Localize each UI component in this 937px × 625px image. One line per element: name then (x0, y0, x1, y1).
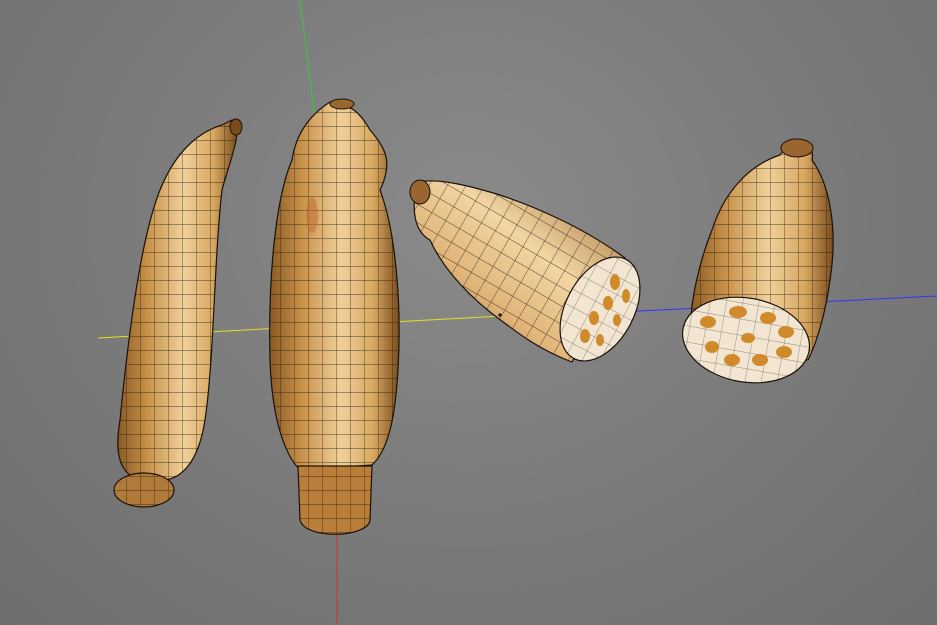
3d-viewport[interactable] (0, 0, 937, 625)
lotus-root-whole-center[interactable] (269, 98, 400, 535)
lotus-root-cut-upright[interactable] (676, 138, 834, 392)
lotus-root-whole-left[interactable] (113, 118, 243, 508)
pivot-point (498, 313, 502, 317)
scene-canvas[interactable] (0, 0, 937, 625)
lotus-root-cut-tilted[interactable] (409, 179, 656, 374)
